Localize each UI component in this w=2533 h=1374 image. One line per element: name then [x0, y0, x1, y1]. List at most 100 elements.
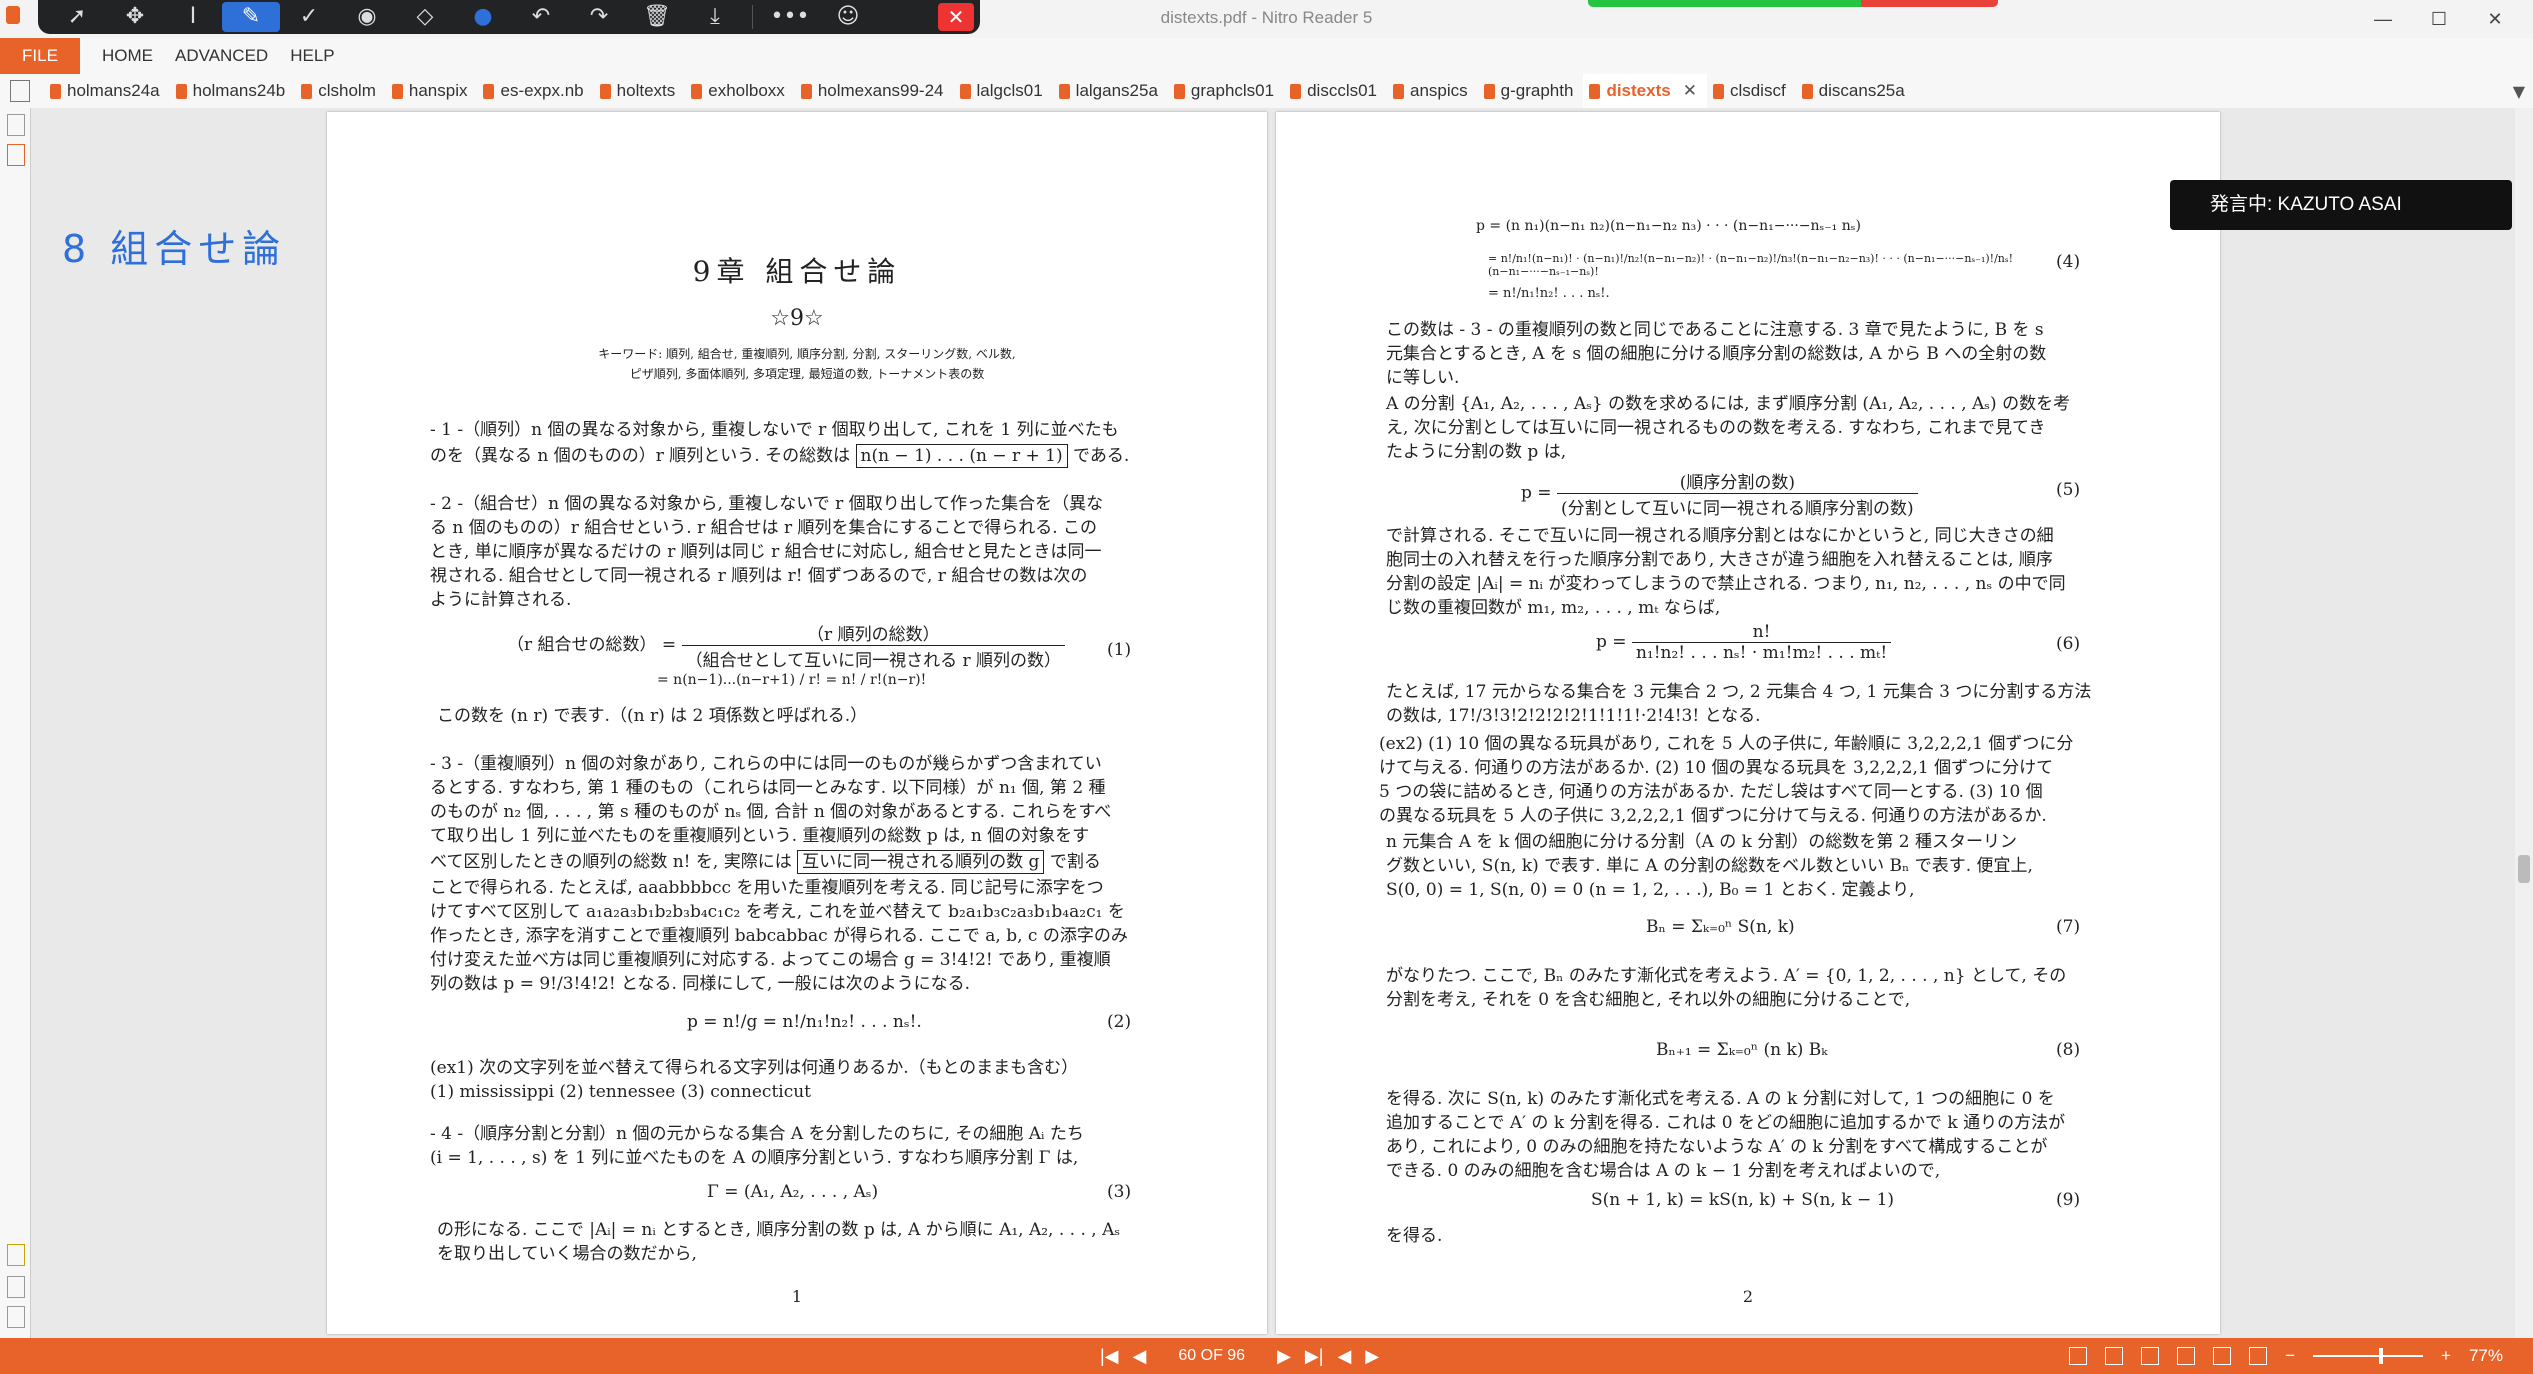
- pdf-file-icon: [800, 83, 812, 99]
- equation-number: (8): [2056, 1040, 2081, 1060]
- view-controls: − + 77%: [2069, 1338, 2503, 1374]
- paragraph-line: の形になる. ここで |Aᵢ| = nᵢ とするとき, 順序分割の数 p は, …: [437, 1220, 1121, 1240]
- pages-panel-icon[interactable]: [7, 114, 25, 136]
- paragraph-line: グ数といい, S(n, k) で表す. 単に A の分割の総数をベル数といい B…: [1386, 856, 2033, 876]
- document-tab-bar: holmans24a holmans24b clsholm hanspix es…: [0, 74, 2533, 109]
- tab-clsdiscf[interactable]: clsdiscf: [1707, 74, 1796, 108]
- tab-holmans24a[interactable]: holmans24a: [44, 74, 170, 108]
- paragraph-block: を得る. 次に S(n, k) のみたす漸化式を考える. A の k 分割に対し…: [1386, 1087, 2106, 1183]
- tab-discans25a[interactable]: discans25a: [1796, 74, 1915, 108]
- tab-g-graphth[interactable]: g-graphth: [1478, 74, 1584, 108]
- denominator: (分割として互いに同一視される順序分割の数): [1560, 499, 1914, 519]
- pdf-file-icon: [1058, 83, 1070, 99]
- equation-4-line-3: = n!/n₁!n₂! . . . nₛ!.: [1488, 286, 1610, 301]
- zoom-slider-knob[interactable]: [2379, 1348, 2384, 1364]
- more-icon[interactable]: •••: [761, 0, 819, 34]
- trash-icon[interactable]: 🗑: [628, 0, 686, 34]
- paragraph-line: たとえば, 17 元からなる集合を 3 元集合 2 つ, 2 元集合 4 つ, …: [1386, 682, 2092, 702]
- paragraph-line: (ex2) (1) 10 個の異なる玩具があり, これを 5 人の子供に, 年齢…: [1379, 734, 2074, 754]
- close-tab-icon[interactable]: ✕: [1683, 81, 1697, 101]
- back-view-icon[interactable]: ◀: [1337, 1346, 1351, 1367]
- single-page-view-icon[interactable]: [2069, 1347, 2088, 1365]
- paragraph-line: この数は - 3 - の重複順列の数と同じであることに注意する. 3 章で見たよ…: [1386, 320, 2044, 340]
- tab-hanspix[interactable]: hanspix: [386, 74, 478, 108]
- zoom-in-button[interactable]: +: [2441, 1346, 2451, 1366]
- output-panel-icon[interactable]: [7, 1306, 25, 1328]
- tab-lalgans25a[interactable]: lalgans25a: [1053, 74, 1168, 108]
- equation-8: Bₙ₊₁ = Σₖ₌₀ⁿ (n k) Bₖ: [1656, 1040, 1828, 1060]
- tab-holtexts[interactable]: holtexts: [594, 74, 686, 108]
- continuous-view-icon[interactable]: [2105, 1347, 2124, 1365]
- pdf-file-icon: [1589, 83, 1601, 99]
- tab-es-expx[interactable]: es-expx.nb: [477, 74, 593, 108]
- tab-lalgcls01[interactable]: lalgcls01: [954, 74, 1053, 108]
- document-list-icon[interactable]: [10, 80, 30, 102]
- color-dot-icon[interactable]: ●: [454, 0, 512, 34]
- pdf-file-icon: [1393, 83, 1405, 99]
- next-page-icon[interactable]: ▶: [1277, 1346, 1291, 1367]
- scroll-thumb[interactable]: [2518, 855, 2530, 883]
- tab-anspics[interactable]: anspics: [1387, 74, 1478, 108]
- attachments-panel-icon[interactable]: [7, 1276, 25, 1298]
- fullscreen-view-icon[interactable]: [2249, 1347, 2268, 1365]
- minimize-button[interactable]: —: [2355, 0, 2411, 38]
- tab-holmans24b[interactable]: holmans24b: [170, 74, 296, 108]
- pan-icon[interactable]: ✥: [106, 0, 164, 34]
- zoom-out-button[interactable]: −: [2285, 1346, 2295, 1366]
- comments-panel-icon[interactable]: [7, 1244, 25, 1266]
- tab-label: holmans24b: [192, 81, 286, 100]
- tab-distexts[interactable]: distexts ✕: [1583, 74, 1707, 108]
- tab-list-chevron-down-icon[interactable]: ▼: [2513, 82, 2525, 101]
- zoom-level[interactable]: 77%: [2469, 1346, 2503, 1366]
- tab-disccls01[interactable]: disccls01: [1284, 74, 1387, 108]
- tab-clsholm[interactable]: clsholm: [295, 74, 386, 108]
- pen-icon[interactable]: ✎: [222, 2, 280, 32]
- binomial-note: この数を (n r) で表す.（(n r) は 2 項係数と呼ばれる.）: [437, 706, 868, 726]
- close-window-button[interactable]: ✕: [2467, 0, 2523, 38]
- menu-help[interactable]: HELP: [290, 46, 334, 66]
- stamp-icon[interactable]: ◉: [338, 0, 396, 34]
- tab-graphcls01[interactable]: graphcls01: [1168, 74, 1284, 108]
- keywords: キーワード: 順列, 組合せ, 重複順列, 順序分割, 分割, スターリング数,…: [527, 344, 1087, 384]
- tab-holmexans99-24[interactable]: holmexans99-24: [795, 74, 954, 108]
- pdf-file-icon: [959, 83, 971, 99]
- forward-view-icon[interactable]: ▶: [1365, 1346, 1379, 1367]
- menu-home[interactable]: HOME: [102, 46, 153, 66]
- facing-continuous-view-icon[interactable]: [2177, 1347, 2196, 1365]
- tab-exholboxx[interactable]: exholboxx: [685, 74, 795, 108]
- close-toolbar-button[interactable]: ✕: [938, 3, 974, 31]
- first-page-icon[interactable]: |◀: [1100, 1346, 1119, 1367]
- denominator: n₁!n₂! . . . nₛ! · m₁!m₂! . . . mₜ!: [1635, 643, 1888, 663]
- redo-icon[interactable]: ↷: [570, 0, 628, 34]
- pdf-file-icon: [599, 83, 611, 99]
- maximize-button[interactable]: ☐: [2411, 0, 2467, 38]
- eraser-icon[interactable]: ◇: [396, 0, 454, 34]
- paragraph-line: え, 次に分割としては互いに同一視されるものの数を考える. すなわち, これまで…: [1386, 418, 2046, 438]
- user-settings-icon[interactable]: ☺: [819, 0, 877, 34]
- cover-view-icon[interactable]: [2213, 1347, 2232, 1365]
- denominator: （組合せとして互いに同一視される r 順列の数）: [685, 651, 1062, 671]
- tab-label: holmans24a: [67, 81, 160, 100]
- equation-1-line-2: = n(n−1)...(n−r+1) / r! = n! / r!(n−r)!: [657, 672, 927, 688]
- paragraph-line: で割る: [1049, 852, 1101, 872]
- tab-label: hanspix: [408, 81, 468, 100]
- download-icon[interactable]: ⤓: [686, 0, 744, 34]
- pdf-file-icon: [1712, 83, 1724, 99]
- select-arrow-icon[interactable]: ➚: [48, 0, 106, 34]
- paragraph-line: 5 つの袋に詰めるとき, 何通りの方法があるか. ただし袋はすべて同一とする. …: [1379, 782, 2043, 802]
- vertical-scrollbar[interactable]: [2515, 108, 2533, 1338]
- prev-page-icon[interactable]: ◀: [1133, 1346, 1147, 1367]
- equation-5: p = (順序分割の数) (分割として互いに同一視される順序分割の数): [1521, 468, 1918, 519]
- bookmarks-panel-icon[interactable]: [7, 144, 25, 166]
- last-page-icon[interactable]: ▶|: [1305, 1346, 1324, 1367]
- paragraph-line: - 2 -（組合せ）n 個の異なる対象から, 重複しないで r 個取り出して作っ…: [430, 494, 1104, 514]
- text-cursor-icon[interactable]: I: [164, 0, 222, 34]
- paragraph-line: るとする. すなわち, 第 1 種のもの（これらは同一とみなす. 以下同様）が …: [430, 778, 1106, 798]
- page-indicator[interactable]: 60 OF 96: [1178, 1347, 1245, 1365]
- file-menu[interactable]: FILE: [0, 38, 80, 74]
- undo-icon[interactable]: ↶: [512, 0, 570, 34]
- check-icon[interactable]: ✓: [280, 0, 338, 34]
- menu-advanced[interactable]: ADVANCED: [175, 46, 268, 66]
- facing-view-icon[interactable]: [2141, 1347, 2160, 1365]
- zoom-slider[interactable]: [2313, 1348, 2424, 1364]
